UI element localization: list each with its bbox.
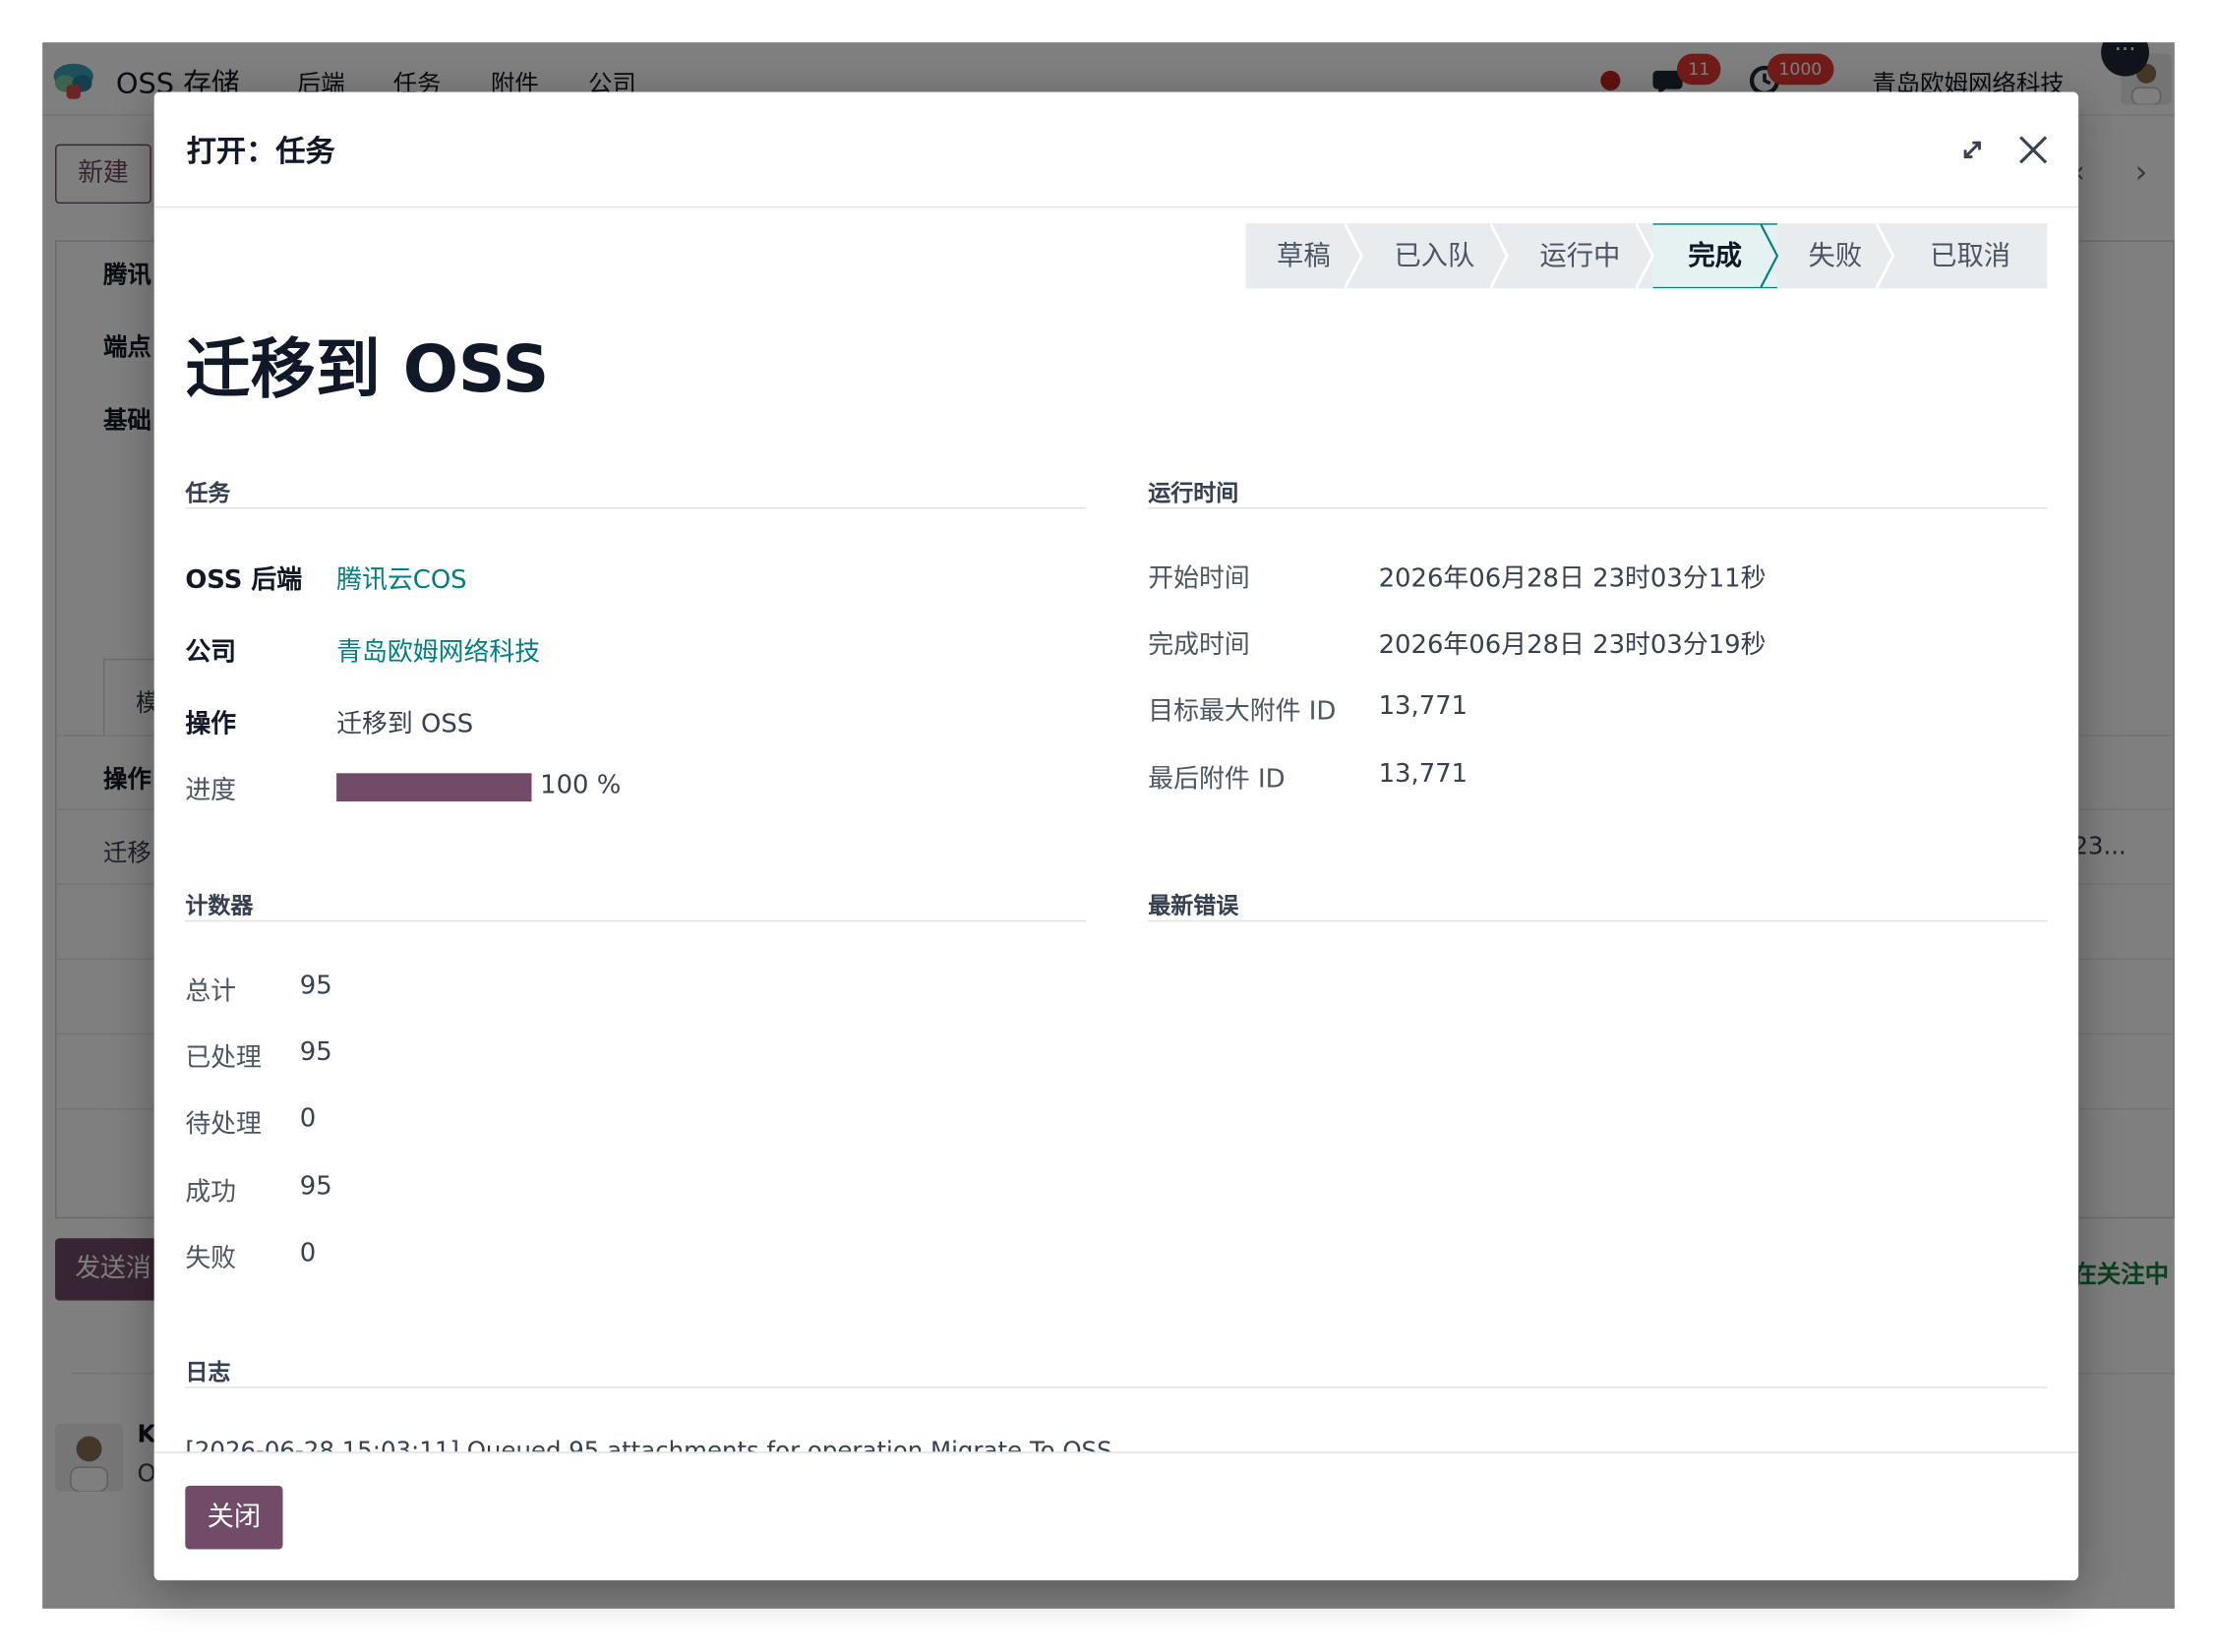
- field-label-progress: 进度: [185, 776, 237, 806]
- stage-label: 失败: [1808, 240, 1863, 271]
- dialog-header: 打开：任务: [153, 91, 2079, 208]
- stage-label: 已入队: [1394, 240, 1475, 271]
- counter-label-failed: 失败: [185, 1244, 237, 1274]
- section-divider: [185, 1386, 2048, 1388]
- stage-done[interactable]: 完成: [1652, 223, 1779, 289]
- field-label-backend: OSS 后端: [185, 565, 303, 596]
- stage-label: 运行中: [1539, 240, 1621, 271]
- section-heading-log: 日志: [185, 1358, 231, 1386]
- section-divider: [1148, 507, 2048, 509]
- field-label-company: 公司: [185, 637, 237, 668]
- field-backend-link[interactable]: 腾讯云COS: [336, 560, 466, 596]
- counter-value-processed: 95: [299, 1037, 332, 1068]
- counter-label-pending: 待处理: [185, 1109, 262, 1140]
- section-divider: [185, 507, 1086, 509]
- stage-label: 草稿: [1277, 240, 1331, 271]
- section-heading-runtime: 运行时间: [1148, 479, 1239, 506]
- stage-running[interactable]: 运行中: [1507, 223, 1655, 289]
- stage-queued[interactable]: 已入队: [1361, 223, 1509, 289]
- section-heading-latest-error: 最新错误: [1148, 892, 1239, 919]
- counter-value-total: 95: [299, 971, 332, 1001]
- field-finish-time-value: 2026年06月28日 23时03分19秒: [1378, 630, 1767, 661]
- field-label-start-time: 开始时间: [1148, 563, 1250, 594]
- status-bar: 草稿 已入队 运行中 完成 失败 已取消: [1245, 223, 2048, 289]
- section-divider: [1148, 919, 2048, 922]
- counter-label-processed: 已处理: [185, 1042, 262, 1074]
- counter-label-success: 成功: [185, 1177, 237, 1208]
- field-operation-value: 迁移到 OSS: [336, 709, 474, 739]
- close-icon[interactable]: [2012, 129, 2055, 171]
- stage-separator-icon: [1760, 223, 1779, 289]
- dialog-footer: 关闭: [153, 1451, 2079, 1581]
- field-label-finish-time: 完成时间: [1148, 630, 1250, 661]
- field-label-last-attachment-id: 最后附件 ID: [1148, 764, 1286, 795]
- field-label-operation: 操作: [185, 709, 237, 739]
- progress-percent: 100 %: [540, 770, 622, 800]
- section-heading-task: 任务: [185, 479, 231, 506]
- field-label-target-max-id: 目标最大附件 ID: [1148, 696, 1337, 727]
- counter-label-total: 总计: [185, 976, 237, 1007]
- stage-separator-icon: [1345, 223, 1363, 289]
- counter-value-success: 95: [299, 1171, 332, 1202]
- counter-value-failed: 0: [299, 1238, 317, 1268]
- stage-label: 已取消: [1930, 240, 2011, 271]
- progress-bar-fill: [336, 773, 532, 802]
- field-company-link[interactable]: 青岛欧姆网络科技: [336, 632, 540, 669]
- section-heading-counters: 计数器: [185, 892, 254, 919]
- stage-separator-icon: [1876, 223, 1895, 289]
- close-button[interactable]: 关闭: [185, 1485, 283, 1550]
- stage-failed[interactable]: 失败: [1777, 223, 1895, 289]
- stage-label: 完成: [1688, 240, 1742, 271]
- expand-icon[interactable]: [1951, 129, 1994, 171]
- counter-value-pending: 0: [299, 1103, 317, 1134]
- stage-draft[interactable]: 草稿: [1245, 223, 1363, 289]
- record-title: 迁移到 OSS: [185, 330, 550, 407]
- progress-bar: [336, 773, 532, 802]
- section-divider: [185, 919, 1086, 922]
- field-last-attachment-id-value: 13,771: [1378, 758, 1468, 790]
- stage-cancelled[interactable]: 已取消: [1893, 223, 2048, 288]
- field-target-max-id-value: 13,771: [1378, 690, 1468, 722]
- dialog-title: 打开：任务: [186, 134, 335, 169]
- task-dialog: 打开：任务 草稿 已入队 运行中 完成 失败 已取消 迁移到 OSS 任务 OSS 后端 …: [153, 91, 2079, 1581]
- field-start-time-value: 2026年06月28日 23时03分11秒: [1378, 563, 1767, 594]
- stage-separator-icon: [1490, 223, 1509, 289]
- stage-separator-icon: [1636, 223, 1655, 289]
